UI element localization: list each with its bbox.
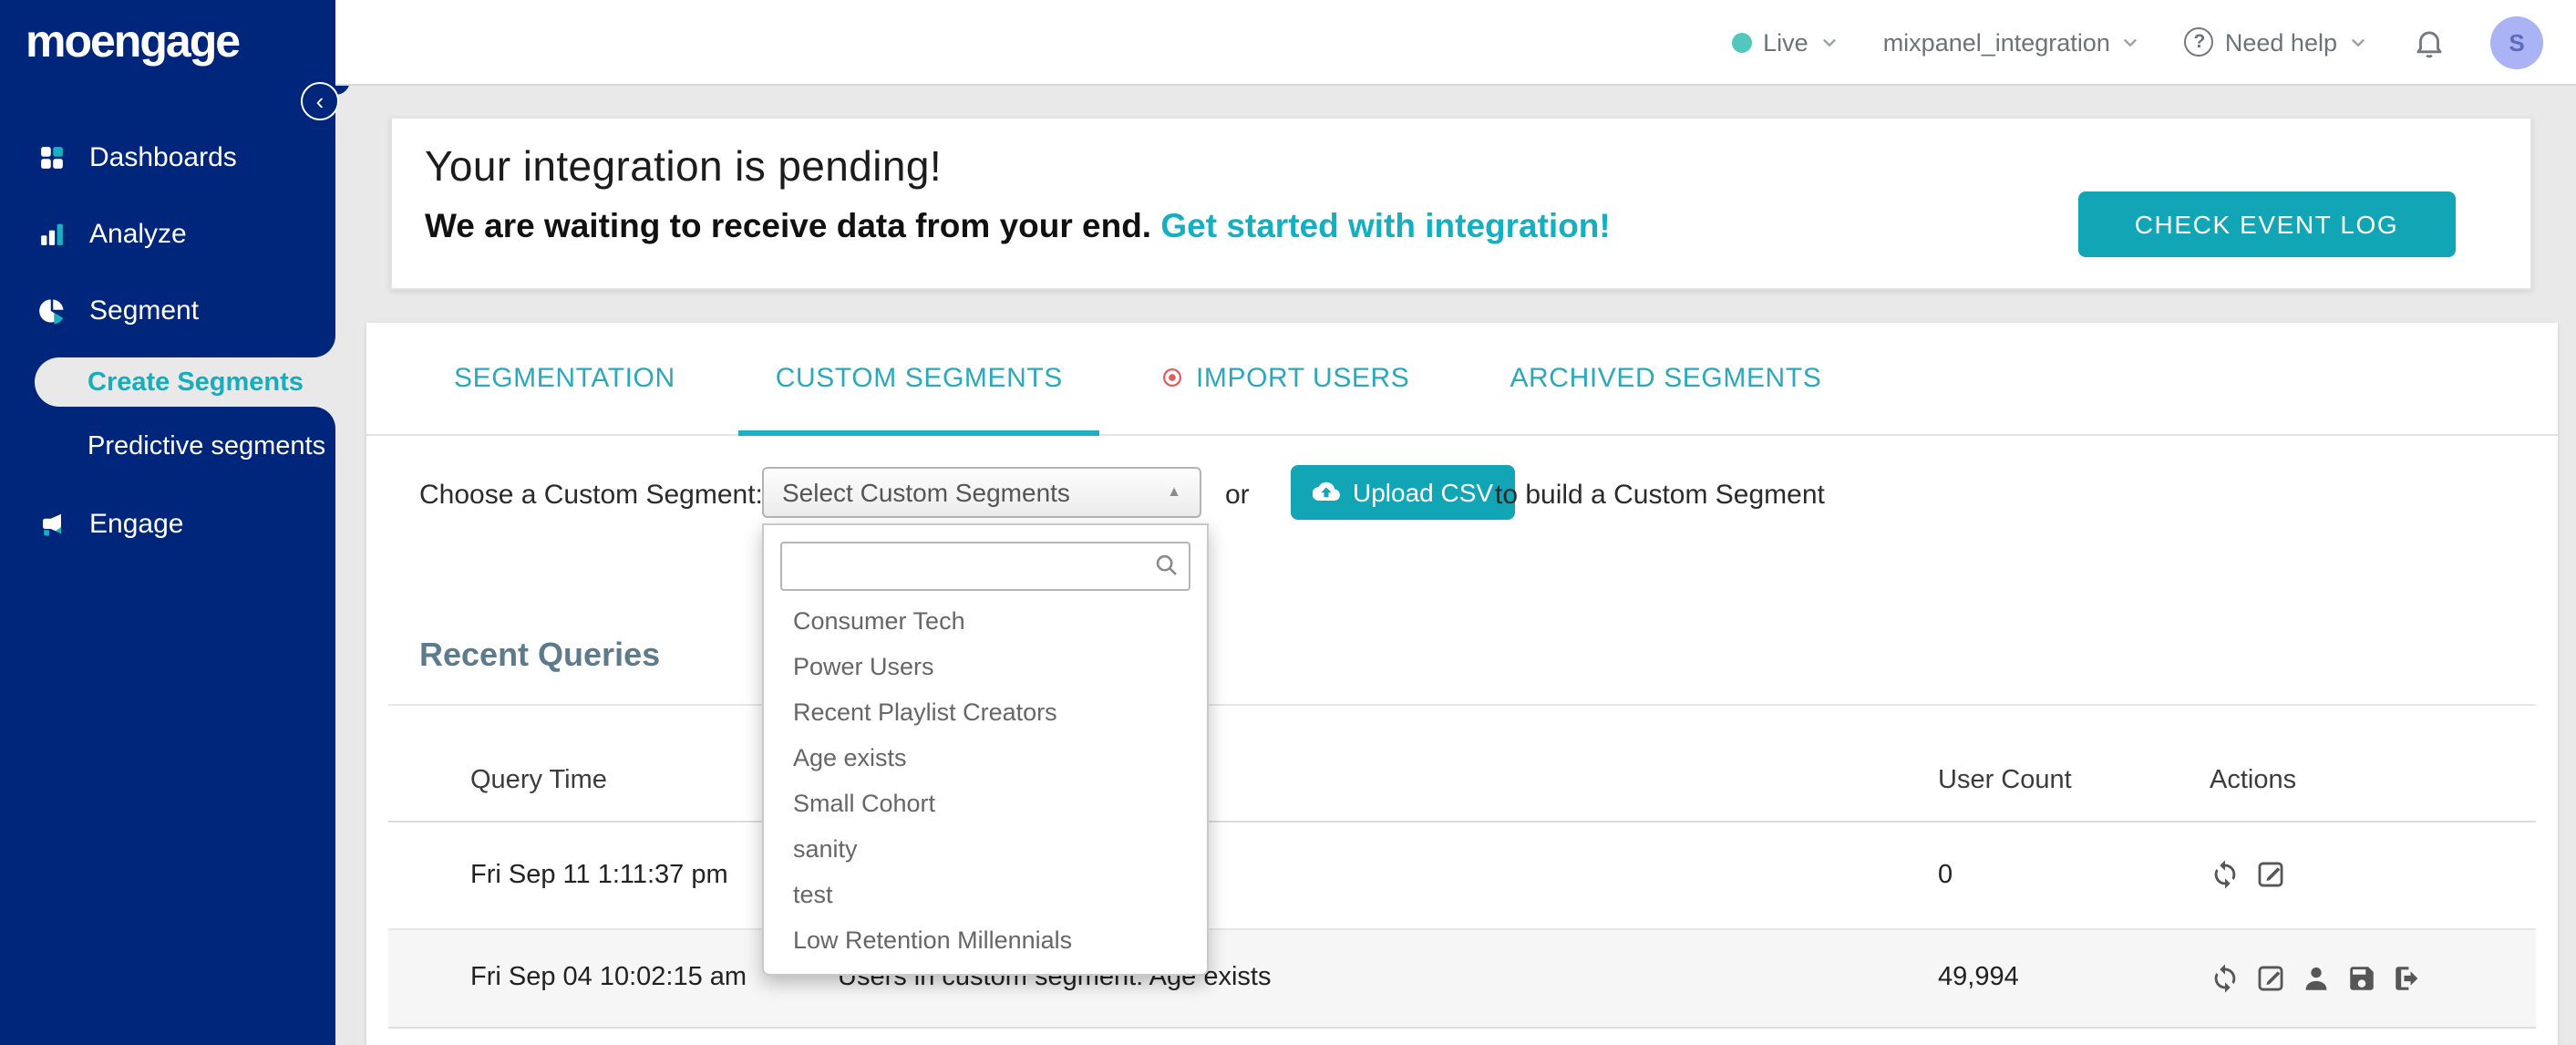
integration-pending-banner: Your integration is pending! We are wait… bbox=[389, 117, 2532, 290]
tab-custom-segments[interactable]: CUSTOM SEGMENTS bbox=[738, 321, 1099, 436]
upload-csv-button[interactable]: Upload CSV bbox=[1291, 464, 1516, 519]
sidebar-subitem-predictive-segments[interactable]: Predictive segments bbox=[0, 421, 335, 471]
sidebar-collapse-button[interactable]: ‹ bbox=[301, 82, 339, 120]
tab-segmentation[interactable]: SEGMENTATION bbox=[417, 321, 712, 434]
check-event-log-button[interactable]: CHECK EVENT LOG bbox=[2078, 191, 2455, 257]
megaphone-icon bbox=[38, 510, 66, 537]
environment-label: Live bbox=[1763, 28, 1808, 56]
custom-segment-chooser: Choose a Custom Segment: Select Custom S… bbox=[366, 435, 2558, 555]
search-input[interactable] bbox=[780, 541, 1190, 590]
select-value: Select Custom Segments bbox=[782, 477, 1070, 506]
dropdown-option[interactable]: sanity bbox=[764, 825, 1207, 871]
dropdown-option[interactable]: Small Cohort bbox=[764, 780, 1207, 825]
notch bbox=[314, 336, 335, 357]
dropdown-option[interactable]: Low Retention Millennials bbox=[764, 916, 1207, 962]
tab-import-users[interactable]: IMPORT USERS bbox=[1127, 321, 1447, 434]
recent-queries-title: Recent Queries bbox=[419, 636, 661, 672]
environment-switcher[interactable]: Live bbox=[1732, 28, 1839, 56]
actions-cell bbox=[2210, 962, 2536, 993]
user-icon[interactable] bbox=[2301, 962, 2332, 993]
sidebar-nav: Dashboards Analyze Segment Create Segmen… bbox=[0, 69, 335, 562]
dropdown-option[interactable]: Age exists bbox=[764, 734, 1207, 780]
sidebar-item-engage[interactable]: Engage bbox=[0, 485, 335, 562]
help-menu[interactable]: ? Need help bbox=[2184, 27, 2368, 57]
moengage-logo: moengage bbox=[26, 16, 241, 67]
table-header-row: Query Time User Count Actions bbox=[388, 703, 2536, 822]
sidebar: moengage Dashboards Analyze Segment Crea… bbox=[0, 0, 335, 1045]
app-switcher[interactable]: mixpanel_integration bbox=[1883, 28, 2141, 56]
refresh-icon[interactable] bbox=[2210, 962, 2241, 993]
app-root: Live mixpanel_integration ? Need help S … bbox=[0, 0, 2576, 1045]
actions-cell bbox=[2210, 859, 2536, 890]
dropdown-options: Consumer Tech Power Users Recent Playlis… bbox=[764, 597, 1207, 962]
top-bar: Live mixpanel_integration ? Need help S bbox=[335, 0, 2576, 86]
chooser-label: Choose a Custom Segment: bbox=[419, 480, 763, 511]
segments-panel: SEGMENTATION CUSTOM SEGMENTS IMPORT USER… bbox=[366, 322, 2558, 1045]
sidebar-subitem-create-segments[interactable]: Create Segments bbox=[0, 336, 335, 429]
dropdown-option[interactable]: Power Users bbox=[764, 643, 1207, 688]
col-user-count: User Count bbox=[1938, 765, 2072, 794]
user-avatar[interactable]: S bbox=[2490, 16, 2543, 68]
edit-icon[interactable] bbox=[2255, 859, 2286, 890]
tab-bar: SEGMENTATION CUSTOM SEGMENTS IMPORT USER… bbox=[366, 321, 2558, 436]
custom-segment-dropdown: Consumer Tech Power Users Recent Playlis… bbox=[762, 522, 1209, 975]
chevron-down-icon bbox=[2348, 32, 2368, 52]
app-name: mixpanel_integration bbox=[1882, 28, 2110, 56]
dropdown-option[interactable]: test bbox=[764, 871, 1207, 916]
help-icon: ? bbox=[2184, 27, 2214, 57]
grid-icon bbox=[38, 143, 66, 171]
chevron-down-icon bbox=[1819, 32, 1839, 52]
table-row: Fri Sep 11 1:11:37 pm 0 bbox=[388, 822, 2536, 929]
custom-segment-select[interactable]: Select Custom Segments ▲ bbox=[762, 466, 1201, 517]
bar-chart-icon bbox=[38, 220, 66, 247]
red-target-icon bbox=[1162, 368, 1181, 387]
dropdown-option[interactable]: Consumer Tech bbox=[764, 597, 1207, 643]
user-count-cell: 49,994 bbox=[1938, 963, 2019, 992]
sidebar-item-segment[interactable]: Segment bbox=[0, 272, 335, 348]
pie-chart-icon bbox=[38, 296, 66, 324]
search-icon bbox=[1154, 552, 1180, 577]
notifications-bell-icon[interactable] bbox=[2412, 25, 2447, 59]
live-status-dot bbox=[1732, 32, 1753, 52]
user-count-cell: 0 bbox=[1938, 860, 1953, 889]
refresh-icon[interactable] bbox=[2210, 859, 2241, 890]
save-icon[interactable] bbox=[2346, 962, 2377, 993]
notch bbox=[314, 407, 335, 429]
help-label: Need help bbox=[2224, 28, 2337, 56]
dropdown-option[interactable]: Recent Playlist Creators bbox=[764, 688, 1207, 734]
chevron-down-icon bbox=[2121, 32, 2141, 52]
tab-archived-segments[interactable]: ARCHIVED SEGMENTS bbox=[1473, 321, 1858, 434]
caret-up-icon: ▲ bbox=[1167, 483, 1181, 500]
edit-icon[interactable] bbox=[2255, 962, 2286, 993]
export-icon[interactable] bbox=[2392, 962, 2423, 993]
cloud-upload-icon bbox=[1313, 481, 1340, 502]
banner-title: Your integration is pending! bbox=[425, 142, 943, 190]
recent-queries-table: Query Time User Count Actions Fri Sep 11… bbox=[388, 703, 2536, 1028]
sidebar-item-dashboards[interactable]: Dashboards bbox=[0, 119, 335, 195]
table-row: Fri Sep 04 10:02:15 am Users in custom s… bbox=[388, 929, 2536, 1028]
main-content: Your integration is pending! We are wait… bbox=[335, 86, 2576, 1045]
or-text: or bbox=[1225, 480, 1250, 511]
suffix-text: to build a Custom Segment bbox=[1495, 480, 1825, 511]
sidebar-item-analyze[interactable]: Analyze bbox=[0, 195, 335, 272]
col-actions: Actions bbox=[2210, 765, 2297, 794]
get-started-link[interactable]: Get started with integration! bbox=[1160, 206, 1610, 244]
